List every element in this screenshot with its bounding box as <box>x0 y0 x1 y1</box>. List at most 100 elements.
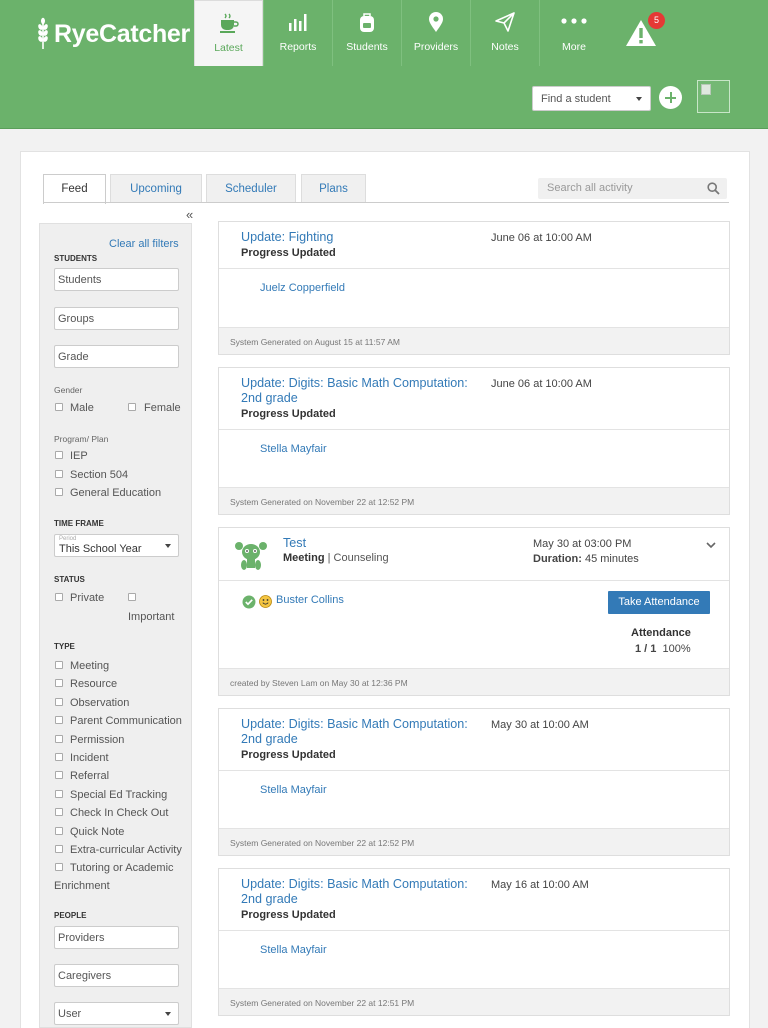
card-title-link[interactable]: Update: Digits: Basic Math Computation: … <box>241 877 471 908</box>
take-attendance-button[interactable]: Take Attendance <box>608 591 710 614</box>
meeting-logo-icon <box>235 542 267 570</box>
type-parent-communication-checkbox[interactable] <box>55 716 63 725</box>
student-link[interactable]: Stella Mayfair <box>260 443 327 455</box>
card-title-link[interactable]: Update: Digits: Basic Math Computation: … <box>241 717 471 748</box>
attendance-count: 1 / 1 <box>635 643 657 655</box>
nav-tab-students[interactable]: Students <box>332 0 401 66</box>
card-subtitle: Progress Updated <box>241 749 336 761</box>
chevron-down-icon[interactable] <box>706 542 716 549</box>
nav-tab-label: Providers <box>413 41 459 53</box>
type-referral-checkbox[interactable] <box>55 771 63 780</box>
more-dots-icon <box>561 18 587 24</box>
user-avatar[interactable] <box>697 80 730 113</box>
type-extra-curricular-activity-checkbox[interactable] <box>55 845 63 853</box>
program-iep-label: IEP <box>70 450 88 462</box>
card-footer: System Generated on August 15 at 11:57 A… <box>219 327 729 354</box>
grade-filter-input[interactable]: Grade <box>54 345 179 368</box>
card-date: June 06 at 10:00 AM <box>491 378 592 390</box>
students-filter-input[interactable]: Students <box>54 268 179 291</box>
time-frame-period-label: Period <box>59 536 77 542</box>
nav-tab-label: Reports <box>279 41 317 53</box>
program-504-checkbox[interactable] <box>55 470 63 478</box>
feed-card: Update: Digits: Basic Math Computation: … <box>218 708 730 856</box>
type-observation-checkbox[interactable] <box>55 697 63 706</box>
time-frame-select[interactable]: Period This School Year <box>54 534 179 557</box>
card-footer: System Generated on November 22 at 12:52… <box>219 828 729 855</box>
students-filter-placeholder: Students <box>58 274 102 286</box>
tab-divider <box>43 202 729 203</box>
caregivers-filter-input[interactable]: Caregivers <box>54 964 179 987</box>
card-footer: System Generated on November 22 at 12:52… <box>219 487 729 514</box>
nav-tab-providers[interactable]: Providers <box>401 0 470 66</box>
nav-tab-notes[interactable]: Notes <box>470 0 539 66</box>
program-plan-label: Program/ Plan <box>54 434 109 444</box>
student-link[interactable]: Buster Collins <box>276 594 344 606</box>
alerts-button[interactable]: 5 <box>624 12 665 50</box>
groups-filter-input[interactable]: Groups <box>54 307 179 330</box>
status-important-checkbox[interactable] <box>128 593 136 601</box>
meeting-duration: Duration: 45 minutes <box>533 553 639 565</box>
student-link[interactable]: Stella Mayfair <box>260 784 327 796</box>
attendance-check-icon <box>242 595 256 609</box>
nav-tab-reports[interactable]: Reports <box>263 0 332 66</box>
type-special-ed-tracking-label: Special Ed Tracking <box>70 788 168 801</box>
program-gened-checkbox[interactable] <box>55 488 63 496</box>
providers-filter-input[interactable]: Providers <box>54 926 179 949</box>
people-header: PEOPLE <box>54 911 87 920</box>
chevron-down-icon <box>165 1012 171 1016</box>
student-link[interactable]: Juelz Copperfield <box>260 282 345 294</box>
type-referral-label: Referral <box>70 770 110 783</box>
gender-male-checkbox[interactable] <box>55 403 63 411</box>
coffee-cup-icon <box>219 13 239 33</box>
find-student-select[interactable]: Find a student <box>532 86 651 111</box>
card-title-link[interactable]: Test <box>283 536 513 551</box>
collapse-filters-icon[interactable]: « <box>186 207 193 222</box>
smiley-face-icon <box>259 595 272 608</box>
type-resource-checkbox[interactable] <box>55 679 63 688</box>
type-header: TYPE <box>54 642 75 651</box>
top-navigation-bar: RyeCatcher Latest Reports Students Provi… <box>0 0 768 129</box>
gender-male-label: Male <box>70 402 94 414</box>
clear-all-filters-link[interactable]: Clear all filters <box>109 238 179 250</box>
nav-tab-more[interactable]: More <box>539 0 608 66</box>
tab-feed[interactable]: Feed <box>43 174 106 204</box>
card-title-link[interactable]: Update: Fighting <box>241 230 471 245</box>
map-pin-icon <box>429 12 443 32</box>
nav-tab-latest[interactable]: Latest <box>194 0 263 66</box>
card-title-link[interactable]: Update: Digits: Basic Math Computation: … <box>241 376 471 407</box>
type-parent-communication-label: Parent Communication <box>70 715 182 728</box>
attendance-summary: 1 / 1 100% <box>635 643 691 655</box>
activity-search-input[interactable]: Search all activity <box>538 178 727 199</box>
status-private-checkbox[interactable] <box>55 593 63 601</box>
type-tutoring-or-academic-checkbox[interactable] <box>55 863 63 872</box>
card-footer: System Generated on November 22 at 12:51… <box>219 988 729 1015</box>
type-extra-curricular-activity-label: Extra-curricular Activity <box>70 844 182 856</box>
type-incident-label: Incident <box>70 752 109 764</box>
card-divider <box>219 580 729 581</box>
feed-card: Update: Fighting Progress Updated June 0… <box>218 221 730 355</box>
type-incident-checkbox[interactable] <box>55 753 63 761</box>
program-gened-label: General Education <box>70 487 162 499</box>
type-meeting-checkbox[interactable] <box>55 661 63 669</box>
gender-female-checkbox[interactable] <box>128 403 136 411</box>
type-quick-note-checkbox[interactable] <box>55 826 63 835</box>
chevron-down-icon <box>165 544 171 548</box>
nav-tab-label: Students <box>346 41 388 53</box>
card-divider <box>219 770 729 771</box>
tab-upcoming[interactable]: Upcoming <box>110 174 202 203</box>
status-header: STATUS <box>54 575 85 584</box>
program-iep-checkbox[interactable] <box>55 451 63 459</box>
tab-plans[interactable]: Plans <box>301 174 366 203</box>
type-check-in-check-out-checkbox[interactable] <box>55 808 63 817</box>
user-filter-select[interactable]: User <box>54 1002 179 1025</box>
card-subtitle: Progress Updated <box>241 408 336 420</box>
feed-card: Update: Digits: Basic Math Computation: … <box>218 868 730 1016</box>
type-special-ed-tracking-checkbox[interactable] <box>55 789 63 798</box>
card-subtitle: Progress Updated <box>241 909 336 921</box>
student-link[interactable]: Stella Mayfair <box>260 944 327 956</box>
card-divider <box>219 429 729 430</box>
tab-scheduler[interactable]: Scheduler <box>206 174 296 203</box>
plus-circle-icon[interactable] <box>659 86 682 109</box>
app-logo[interactable]: RyeCatcher <box>36 14 190 54</box>
type-permission-checkbox[interactable] <box>55 734 63 743</box>
